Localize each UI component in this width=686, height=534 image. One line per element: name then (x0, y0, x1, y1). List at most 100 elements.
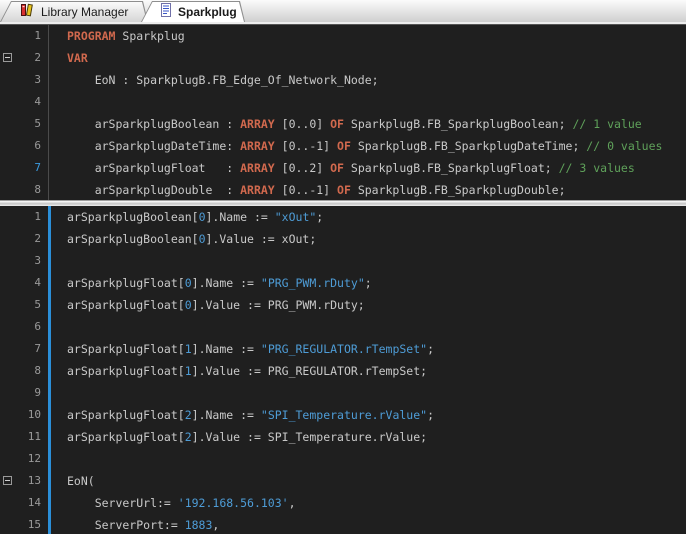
code-text[interactable] (48, 448, 686, 470)
fold-collapse-icon[interactable] (3, 476, 12, 485)
code-text[interactable]: EoN( (48, 470, 686, 492)
code-text[interactable] (48, 91, 686, 113)
code-line[interactable]: 3 (0, 250, 686, 272)
code-line[interactable]: 8 arSparkplugDouble : ARRAY [0..-1] OF S… (0, 179, 686, 200)
code-text[interactable]: EoN : SparkplugB.FB_Edge_Of_Network_Node… (48, 69, 686, 91)
identifier-token: arSparkplugDouble : (67, 183, 240, 197)
code-line[interactable]: 10arSparkplugFloat[2].Name := "SPI_Tempe… (0, 404, 686, 426)
code-line[interactable]: 4 (0, 91, 686, 113)
identifier-token: EoN( (67, 474, 95, 488)
code-line[interactable]: 6 arSparkplugDateTime: ARRAY [0..-1] OF … (0, 135, 686, 157)
identifier-token: ; (427, 408, 434, 422)
identifier-token: [0..0] (275, 117, 330, 131)
fold-margin (0, 228, 18, 250)
st-editor: 1PROGRAM Sparkplug2VAR3 EoN : SparkplugB… (0, 24, 686, 534)
code-text[interactable]: ServerPort:= 1883, (48, 514, 686, 534)
code-line[interactable]: 11arSparkplugFloat[2].Value := SPI_Tempe… (0, 426, 686, 448)
code-text[interactable] (48, 382, 686, 404)
fold-margin (0, 448, 18, 470)
code-line[interactable]: 9 (0, 382, 686, 404)
keyword-token: OF (330, 117, 344, 131)
line-number: 4 (18, 91, 48, 113)
fold-collapse-icon[interactable] (3, 53, 12, 62)
identifier-token: ].Value := PRG_PWM.rDuty; (192, 298, 365, 312)
fold-margin (0, 426, 18, 448)
code-line[interactable]: 15 ServerPort:= 1883, (0, 514, 686, 534)
string-token: "PRG_PWM.rDuty" (261, 276, 365, 290)
code-text[interactable]: arSparkplugFloat[1].Name := "PRG_REGULAT… (48, 338, 686, 360)
code-text[interactable]: arSparkplugFloat[1].Value := PRG_REGULAT… (48, 360, 686, 382)
identifier-token: Sparkplug (115, 29, 184, 43)
code-line[interactable]: 5 arSparkplugBoolean : ARRAY [0..0] OF S… (0, 113, 686, 135)
code-line[interactable]: 12 (0, 448, 686, 470)
code-line[interactable]: 6 (0, 316, 686, 338)
code-line[interactable]: 2arSparkplugBoolean[0].Value := xOut; (0, 228, 686, 250)
identifier-token: arSparkplugFloat[ (67, 430, 185, 444)
code-text[interactable]: arSparkplugFloat[0].Name := "PRG_PWM.rDu… (48, 272, 686, 294)
number-token: 2 (185, 430, 192, 444)
code-line[interactable]: 1arSparkplugBoolean[0].Name := "xOut"; (0, 206, 686, 228)
identifier-token: arSparkplugFloat[ (67, 298, 185, 312)
number-token: 1883 (185, 518, 213, 532)
code-line[interactable]: 4arSparkplugFloat[0].Name := "PRG_PWM.rD… (0, 272, 686, 294)
close-tab-icon[interactable]: ✕ (247, 6, 257, 18)
identifier-token: SparkplugB.FB_SparkplugBoolean; (344, 117, 572, 131)
line-number: 15 (18, 514, 48, 534)
line-number: 7 (18, 338, 48, 360)
code-line[interactable]: 13EoN( (0, 470, 686, 492)
code-text[interactable]: VAR (48, 47, 686, 69)
code-text[interactable]: arSparkplugFloat : ARRAY [0..2] OF Spark… (48, 157, 686, 179)
code-text[interactable]: arSparkplugBoolean[0].Value := xOut; (48, 228, 686, 250)
code-line[interactable]: 14 ServerUrl:= '192.168.56.103', (0, 492, 686, 514)
line-number: 6 (18, 316, 48, 338)
line-number: 4 (18, 272, 48, 294)
keyword-token: OF (337, 183, 351, 197)
code-text[interactable]: ServerUrl:= '192.168.56.103', (48, 492, 686, 514)
code-line[interactable]: 1PROGRAM Sparkplug (0, 25, 686, 47)
identifier-token: arSparkplugBoolean[ (67, 210, 199, 224)
code-text[interactable]: arSparkplugDouble : ARRAY [0..-1] OF Spa… (48, 179, 686, 200)
code-text[interactable]: arSparkplugBoolean : ARRAY [0..0] OF Spa… (48, 113, 686, 135)
identifier-token: ].Name := (192, 276, 261, 290)
number-token: 0 (185, 298, 192, 312)
identifier-token: arSparkplugDateTime: (67, 139, 240, 153)
identifier-token: arSparkplugFloat[ (67, 408, 185, 422)
line-number: 7 (18, 157, 48, 179)
code-text[interactable] (48, 250, 686, 272)
code-line[interactable]: 5arSparkplugFloat[0].Value := PRG_PWM.rD… (0, 294, 686, 316)
code-text[interactable]: arSparkplugBoolean[0].Name := "xOut"; (48, 206, 686, 228)
code-text[interactable]: arSparkplugDateTime: ARRAY [0..-1] OF Sp… (48, 135, 686, 157)
fold-margin (0, 157, 18, 179)
fold-margin (0, 272, 18, 294)
line-number: 1 (18, 206, 48, 228)
code-text[interactable]: arSparkplugFloat[0].Value := PRG_PWM.rDu… (48, 294, 686, 316)
code-line[interactable]: 7arSparkplugFloat[1].Name := "PRG_REGULA… (0, 338, 686, 360)
code-line[interactable]: 3 EoN : SparkplugB.FB_Edge_Of_Network_No… (0, 69, 686, 91)
fold-margin (0, 492, 18, 514)
code-line[interactable]: 2VAR (0, 47, 686, 69)
code-text[interactable]: arSparkplugFloat[2].Value := SPI_Tempera… (48, 426, 686, 448)
code-text[interactable] (48, 316, 686, 338)
tab-library-manager[interactable]: Library Manager (0, 1, 148, 22)
code-line[interactable]: 8arSparkplugFloat[1].Value := PRG_REGULA… (0, 360, 686, 382)
identifier-token: ].Value := PRG_REGULATOR.rTempSet; (192, 364, 427, 378)
tab-sparkplug[interactable]: Sparkplug ✕ (141, 1, 245, 22)
comment-token: // 0 values (586, 139, 662, 153)
fold-margin (0, 382, 18, 404)
fold-margin (0, 404, 18, 426)
fold-margin (0, 47, 18, 69)
identifier-token: arSparkplugFloat[ (67, 364, 185, 378)
keyword-token: ARRAY (240, 161, 275, 175)
code-line[interactable]: 7 arSparkplugFloat : ARRAY [0..2] OF Spa… (0, 157, 686, 179)
code-text[interactable]: PROGRAM Sparkplug (48, 25, 686, 47)
identifier-token: ].Name := (206, 210, 275, 224)
fold-margin (0, 250, 18, 272)
code-text[interactable]: arSparkplugFloat[2].Name := "SPI_Tempera… (48, 404, 686, 426)
line-number: 3 (18, 69, 48, 91)
number-token: 1 (185, 364, 192, 378)
library-books-icon (19, 3, 35, 22)
comment-token: // 1 value (572, 117, 641, 131)
keyword-token: PROGRAM (67, 29, 115, 43)
identifier-token: [0..-1] (275, 139, 337, 153)
line-number: 3 (18, 250, 48, 272)
